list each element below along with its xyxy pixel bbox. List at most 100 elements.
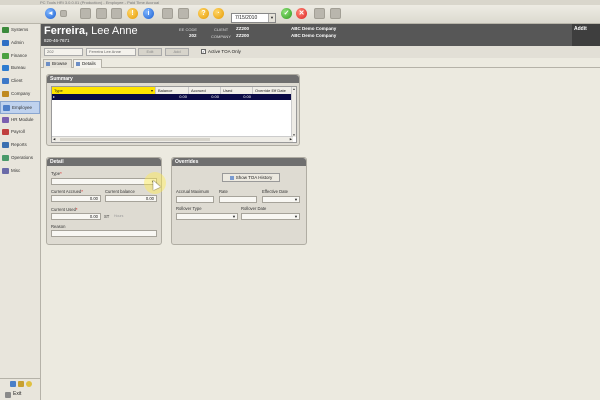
column-header-balance[interactable]: Balance bbox=[156, 87, 189, 94]
sidebar-item-company[interactable]: Company bbox=[0, 88, 40, 101]
current-balance-field: 0.00 bbox=[105, 195, 157, 202]
sidebar-item-finance[interactable]: Finance bbox=[0, 50, 40, 63]
accrual-maximum-field[interactable] bbox=[176, 196, 214, 203]
report-icon[interactable] bbox=[162, 8, 173, 19]
sidebar-item-label: Operations bbox=[11, 154, 34, 160]
lightbulb-icon[interactable] bbox=[26, 381, 32, 387]
chevron-left-icon[interactable]: ◀ bbox=[53, 137, 55, 141]
ok-icon[interactable]: ✓ bbox=[281, 8, 292, 19]
edit-button[interactable]: Edit bbox=[138, 48, 162, 56]
reason-label: Reason bbox=[51, 224, 66, 229]
current-used-field[interactable]: 0.00 bbox=[51, 213, 101, 220]
sidebar-item-employee[interactable]: Employee bbox=[0, 100, 40, 114]
rollover-type-label: Rollover Type bbox=[176, 206, 202, 211]
employee-header: Ferreira, Lee Anne 820-46-7671 EE CODE 2… bbox=[41, 24, 600, 46]
payroll-icon bbox=[2, 129, 9, 136]
search-icon[interactable]: · bbox=[213, 8, 224, 19]
record-toolbar: 202 Ferreira Lee Anne Edit Add ✓ Active … bbox=[41, 46, 600, 58]
sidebar-item-label: Misc bbox=[11, 167, 21, 173]
sidebar-item-reports[interactable]: Reports bbox=[0, 139, 40, 152]
column-header-type[interactable]: Type ▾ bbox=[52, 87, 156, 94]
sidebar-item-client[interactable]: Client bbox=[0, 75, 40, 88]
employee-icon bbox=[3, 104, 10, 111]
rollover-type-select[interactable]: ▼ bbox=[176, 213, 238, 220]
summary-grid[interactable]: Type ▾ Balance Accrued Used Override Eff… bbox=[51, 86, 297, 143]
current-accrued-field[interactable]: 0.00 bbox=[51, 195, 101, 202]
reason-field[interactable] bbox=[51, 230, 157, 237]
type-label: Type* bbox=[51, 171, 62, 176]
table-cell-override-date[interactable] bbox=[253, 94, 293, 100]
scroll-thumb[interactable] bbox=[60, 138, 210, 141]
show-toa-history-button[interactable]: Show TOA History bbox=[222, 173, 280, 182]
check-icon: ✓ bbox=[202, 49, 206, 54]
left-nav: Systems Admin Finance Bureau Client Company Em… bbox=[0, 24, 41, 400]
employee-name-field[interactable]: Ferreira Lee Anne bbox=[86, 48, 136, 56]
column-header-used[interactable]: Used bbox=[221, 87, 253, 94]
table-cell-used[interactable]: 0.00 bbox=[221, 94, 253, 100]
hr-module-icon bbox=[2, 116, 9, 123]
nav-bottom: Exit bbox=[0, 378, 41, 400]
exit-label[interactable]: Exit bbox=[13, 391, 21, 397]
column-header-accrued[interactable]: Accrued bbox=[189, 87, 221, 94]
table-cell-balance[interactable]: 0.00 bbox=[156, 94, 189, 100]
sidebar-item-systems[interactable]: Systems bbox=[0, 24, 40, 37]
sidebar-item-bureau[interactable]: Bureau bbox=[0, 62, 40, 75]
exit-icon[interactable] bbox=[5, 392, 11, 398]
sidebar-item-operations[interactable]: Operations bbox=[0, 152, 40, 165]
chevron-up-icon[interactable]: ▲ bbox=[292, 87, 296, 91]
accrual-maximum-label: Accrual Maximum bbox=[176, 189, 210, 194]
ee-code-label: EE CODE bbox=[179, 27, 198, 32]
help-icon[interactable]: ? bbox=[198, 8, 209, 19]
vertical-scrollbar[interactable]: ▲ ▼ bbox=[291, 87, 296, 137]
tab-browse[interactable]: Browse bbox=[43, 59, 72, 68]
column-header-override-eff-date[interactable]: Override Eff Date bbox=[253, 87, 293, 94]
current-used-label: Current Used* bbox=[51, 207, 78, 212]
cancel-icon[interactable]: ✕ bbox=[296, 8, 307, 19]
warning-icon[interactable]: ! bbox=[127, 8, 138, 19]
sidebar-item-admin[interactable]: Admin bbox=[0, 37, 40, 50]
tab-details[interactable]: Details bbox=[73, 59, 102, 68]
refresh-icon[interactable] bbox=[80, 8, 91, 19]
chevron-down-icon: ▼ bbox=[294, 214, 298, 219]
info-icon[interactable]: i bbox=[143, 8, 154, 19]
chevron-down-icon[interactable]: ▼ bbox=[268, 14, 275, 22]
chevron-right-icon[interactable]: ▶ bbox=[290, 137, 292, 141]
sidebar-item-misc[interactable]: Misc bbox=[0, 165, 40, 178]
effective-date-label: Effective Date bbox=[262, 189, 288, 194]
dropdown-icon[interactable] bbox=[60, 10, 67, 17]
date-field[interactable]: 7/15/2010 ▼ bbox=[231, 13, 276, 23]
tab-browse-label: Browse bbox=[52, 61, 68, 66]
horizontal-scrollbar[interactable]: ◀ ▶ bbox=[52, 136, 293, 142]
sidebar-item-label: Payroll bbox=[11, 129, 25, 135]
copy-icon[interactable] bbox=[111, 8, 122, 19]
tab-details-label: Details bbox=[82, 61, 96, 66]
rate-field[interactable] bbox=[219, 196, 257, 203]
client-name: ABC Demo Company bbox=[291, 26, 337, 31]
key-icon[interactable] bbox=[18, 381, 24, 387]
sidebar-item-label: Reports bbox=[11, 142, 27, 148]
sidebar-item-label: Bureau bbox=[11, 65, 26, 71]
folder-icon[interactable] bbox=[10, 381, 16, 387]
table-cell-accrued[interactable]: 0.00 bbox=[189, 94, 221, 100]
additional-panel-label[interactable]: Addit bbox=[572, 24, 600, 46]
calendar-icon[interactable] bbox=[178, 8, 189, 19]
type-select[interactable]: ▼ bbox=[51, 178, 157, 185]
effective-date-select[interactable]: ▼ bbox=[262, 196, 300, 203]
sidebar-item-payroll[interactable]: Payroll bbox=[0, 126, 40, 139]
document-icon bbox=[76, 62, 80, 66]
sidebar-item-label: Employee bbox=[12, 104, 33, 110]
employee-name: Ferreira, Lee Anne bbox=[44, 25, 138, 37]
bureau-icon bbox=[2, 65, 9, 72]
rollover-date-select[interactable]: ▼ bbox=[241, 213, 300, 220]
company-label: COMPANY bbox=[211, 34, 231, 39]
back-icon[interactable]: ◂ bbox=[45, 8, 56, 19]
add-button[interactable]: Add bbox=[165, 48, 189, 56]
active-toa-checkbox[interactable]: ✓ bbox=[201, 49, 206, 54]
print-icon[interactable] bbox=[96, 8, 107, 19]
sidebar-item-hr-module[interactable]: HR Module bbox=[0, 114, 40, 127]
employee-code-field[interactable]: 202 bbox=[44, 48, 83, 56]
attach-icon[interactable] bbox=[314, 8, 325, 19]
table-row-type[interactable]: ▸ bbox=[52, 94, 156, 100]
view-tabs: Browse Details bbox=[41, 58, 600, 68]
mail-icon[interactable] bbox=[330, 8, 341, 19]
